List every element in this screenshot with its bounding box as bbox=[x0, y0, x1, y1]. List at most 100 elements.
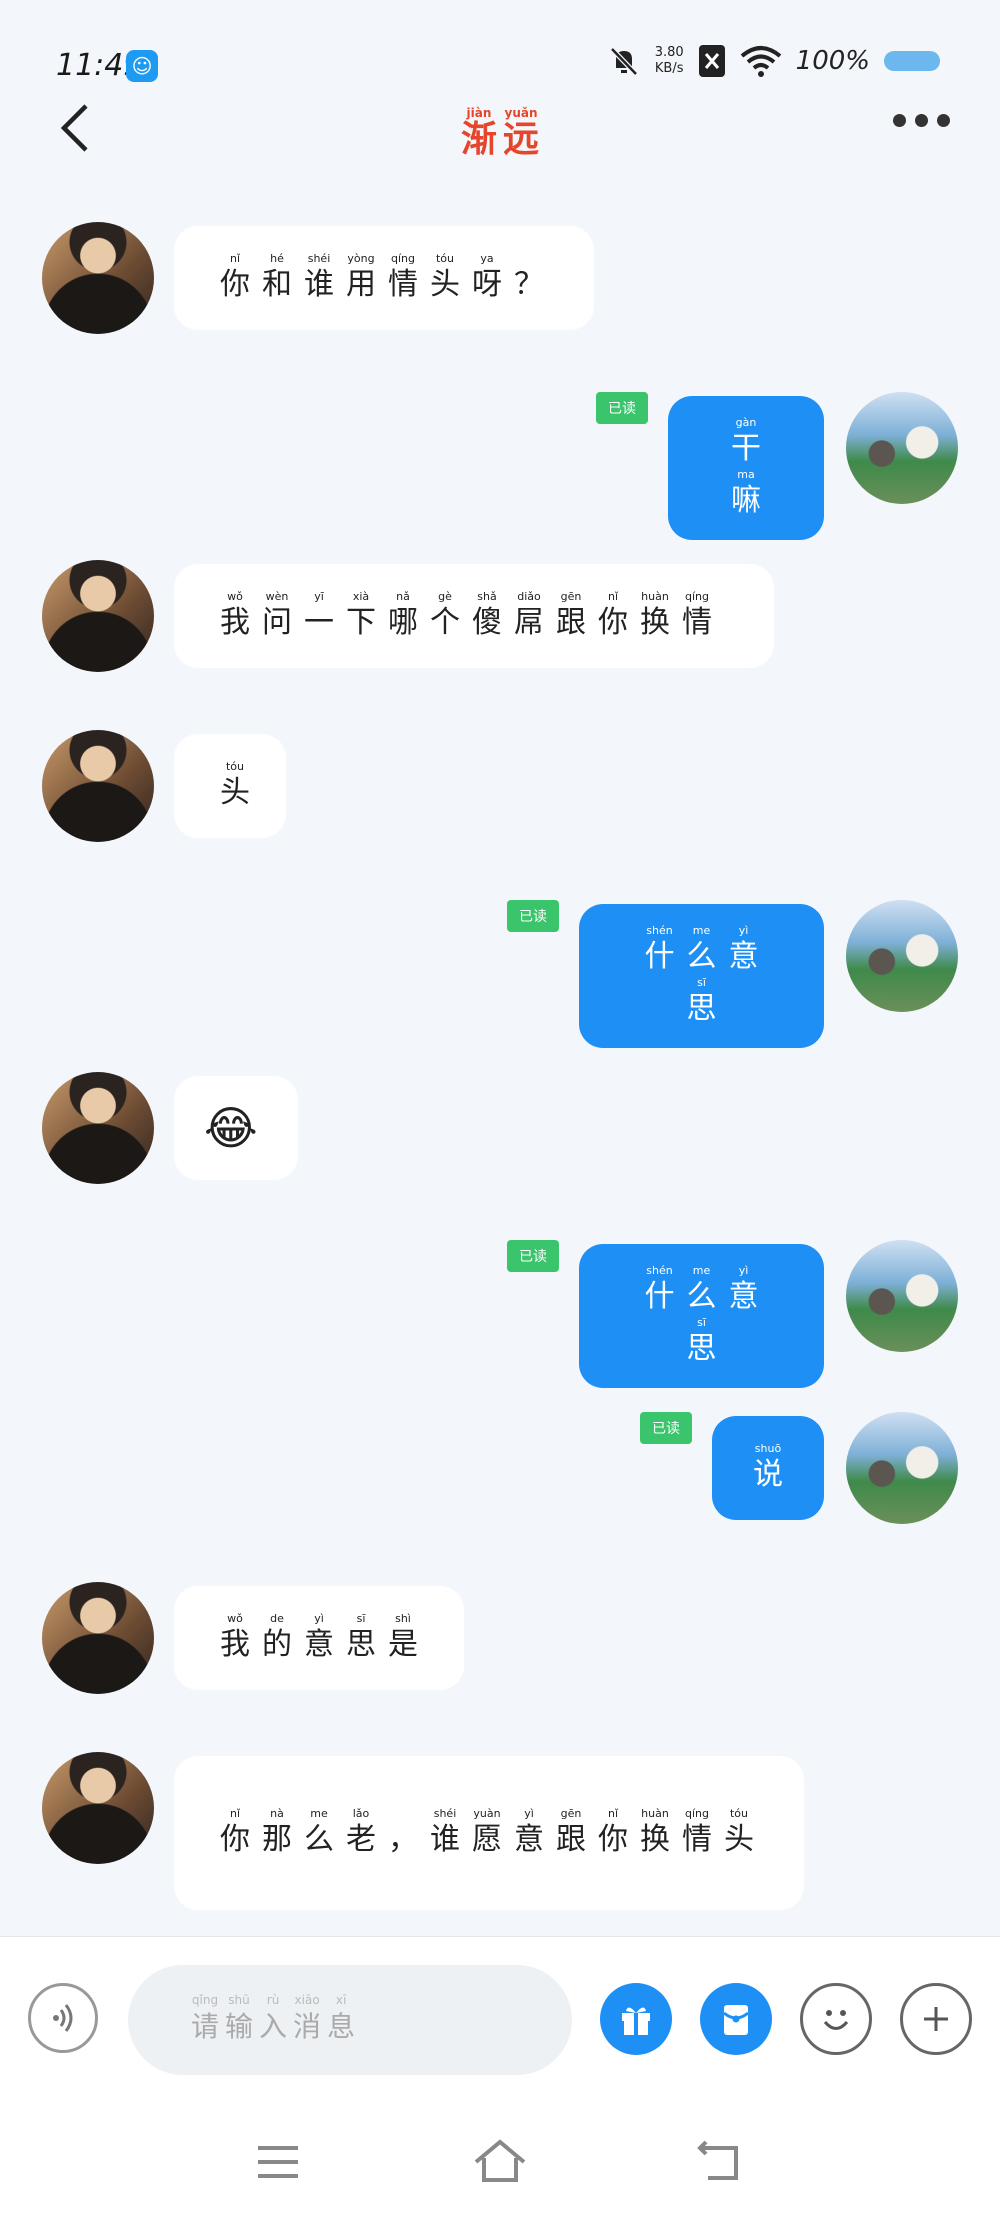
pinyin: shū bbox=[228, 1993, 250, 2007]
contact-avatar[interactable] bbox=[42, 1072, 154, 1184]
pinyin: yì bbox=[738, 1264, 749, 1277]
home-icon bbox=[474, 2139, 526, 2182]
my-avatar[interactable] bbox=[846, 1240, 958, 1352]
net-speed: 3.80 KB/s bbox=[655, 45, 684, 77]
pinyin: tóu bbox=[729, 1807, 748, 1820]
message-bubble[interactable]: nǐ 你 nà 那 me 么 lǎo 老 ， shéi 谁 yuàn 愿 yì 意 gēn 跟 nǐ 你 huàn 换… bbox=[174, 1756, 804, 1910]
contact-avatar[interactable] bbox=[42, 560, 154, 672]
read-status-badge: 已读 bbox=[596, 392, 648, 424]
smiley-icon bbox=[823, 2010, 849, 2030]
ruby-char: shéi 谁 bbox=[304, 252, 334, 304]
hanzi: 什 bbox=[644, 939, 675, 974]
ruby-char: sī 思 bbox=[687, 976, 717, 1028]
hanzi: 息 bbox=[327, 2010, 356, 2043]
ruby-char: gēn 跟 bbox=[556, 1807, 586, 1859]
ruby-char: me 么 bbox=[304, 1807, 334, 1859]
net-speed-unit: KB/s bbox=[654, 61, 684, 76]
message-input[interactable]: qǐng 请 shū 输 rù 入 xiāo 消 xī 息 bbox=[128, 1965, 572, 2075]
pinyin: yuǎn bbox=[504, 106, 538, 120]
ruby-char: de 的 bbox=[262, 1612, 292, 1664]
red-packet-button[interactable] bbox=[700, 1983, 772, 2055]
more-options-button[interactable] bbox=[893, 114, 950, 127]
hanzi: 干 bbox=[731, 431, 761, 466]
hanzi: 你 bbox=[220, 267, 250, 302]
pinyin bbox=[401, 1807, 405, 1821]
input-bar: qǐng 请 shū 输 rù 入 xiāo 消 xī 息 bbox=[0, 1936, 1000, 2107]
ruby-char: huàn 换 bbox=[640, 1807, 670, 1859]
hanzi: 的 bbox=[262, 1627, 292, 1662]
hanzi: 你 bbox=[598, 605, 628, 640]
battery-percent: 100% bbox=[795, 46, 870, 76]
hanzi: 么 bbox=[304, 1822, 334, 1857]
pinyin: ya bbox=[480, 252, 494, 265]
pinyin: me bbox=[692, 924, 711, 937]
contact-avatar[interactable] bbox=[42, 1752, 154, 1864]
hanzi: 输 bbox=[225, 2010, 254, 2043]
chat-header: jiàn 渐 yuǎn 远 bbox=[0, 96, 1000, 160]
emoji-button[interactable] bbox=[800, 1983, 872, 2055]
ruby-char: wǒ 我 bbox=[220, 1612, 250, 1664]
status-icons: 3.80 KB/s 100% bbox=[607, 44, 940, 78]
received-message: wǒ 我 wèn 问 yī 一 xià 下 nǎ 哪 gè 个 shǎ 傻 diǎo 屌 gēn 跟 nǐ 你 huàn… bbox=[0, 560, 1000, 672]
ruby-char: lǎo 老 bbox=[346, 1807, 376, 1859]
message-bubble[interactable]: wǒ 我 wèn 问 yī 一 xià 下 nǎ 哪 gè 个 shǎ 傻 diǎo 屌 gēn 跟 nǐ 你 huàn… bbox=[174, 564, 774, 668]
hanzi: 谁 bbox=[430, 1822, 460, 1857]
pinyin: xī bbox=[335, 1993, 347, 2007]
hanzi: 意 bbox=[514, 1822, 544, 1857]
gift-button[interactable] bbox=[600, 1983, 672, 2055]
nav-back-button[interactable] bbox=[692, 2134, 752, 2190]
ruby-char: gàn 干 bbox=[731, 416, 761, 468]
pinyin: gēn bbox=[560, 1807, 582, 1820]
plus-icon bbox=[924, 2007, 948, 2031]
received-message: nǐ 你 hé 和 shéi 谁 yòng 用 qíng 情 tóu 头 ya 呀 ？ bbox=[0, 222, 1000, 334]
more-dot-icon bbox=[893, 114, 906, 127]
pinyin: huàn bbox=[641, 1807, 669, 1820]
ruby-char: shì 是 bbox=[388, 1612, 418, 1664]
pinyin: sī bbox=[697, 1316, 706, 1329]
ruby-char: qíng 情 bbox=[682, 1807, 712, 1859]
more-functions-button[interactable] bbox=[900, 1983, 972, 2055]
pinyin: yuàn bbox=[473, 1807, 501, 1820]
message-bubble[interactable]: nǐ 你 hé 和 shéi 谁 yòng 用 qíng 情 tóu 头 ya 呀 ？ bbox=[174, 226, 594, 330]
nav-menu-button[interactable] bbox=[248, 2134, 308, 2190]
app-notification-icon: ☺ bbox=[126, 50, 158, 82]
read-status-badge: 已读 bbox=[507, 1240, 559, 1272]
message-bubble[interactable]: shén 什 me 么 yì 意 sī 思 bbox=[579, 904, 824, 1048]
my-avatar[interactable] bbox=[846, 1412, 958, 1524]
hanzi: 换 bbox=[640, 1822, 670, 1857]
ruby-char: nǐ 你 bbox=[220, 1807, 250, 1859]
voice-button[interactable] bbox=[28, 1983, 98, 2053]
hanzi: 么 bbox=[686, 1279, 717, 1314]
message-bubble[interactable]: shén 什 me 么 yì 意 sī 思 bbox=[579, 1244, 824, 1388]
hanzi: 思 bbox=[686, 991, 717, 1026]
message-bubble[interactable]: shuō 说 bbox=[712, 1416, 824, 1520]
hanzi: 一 bbox=[304, 605, 334, 640]
hanzi: 请 bbox=[191, 2010, 220, 2043]
my-avatar[interactable] bbox=[846, 900, 958, 1012]
pinyin: huàn bbox=[641, 590, 669, 603]
received-message: wǒ 我 de 的 yì 意 sī 思 shì 是 bbox=[0, 1582, 1000, 1694]
my-avatar[interactable] bbox=[846, 392, 958, 504]
pinyin: hé bbox=[270, 252, 284, 265]
ruby-char: shén 什 bbox=[645, 1264, 675, 1316]
pinyin: shéi bbox=[307, 252, 331, 265]
pinyin: yì bbox=[738, 924, 749, 937]
pinyin: shén bbox=[646, 924, 673, 937]
message-bubble[interactable]: 😂 bbox=[174, 1076, 298, 1180]
contact-avatar[interactable] bbox=[42, 222, 154, 334]
sent-message: shén 什 me 么 yì 意 sī 思 已读 bbox=[0, 1240, 1000, 1388]
message-bubble[interactable]: tóu 头 bbox=[174, 734, 286, 838]
hanzi: 思 bbox=[686, 1331, 717, 1366]
nav-home-button[interactable] bbox=[470, 2134, 530, 2190]
message-bubble[interactable]: gàn 干 ma 嘛 bbox=[668, 396, 824, 540]
pinyin: nǐ bbox=[607, 590, 619, 603]
ruby-char: rù 入 bbox=[259, 1993, 287, 2047]
message-bubble[interactable]: wǒ 我 de 的 yì 意 sī 思 shì 是 bbox=[174, 1586, 464, 1690]
contact-avatar[interactable] bbox=[42, 730, 154, 842]
more-dot-icon bbox=[915, 114, 928, 127]
hanzi: 我 bbox=[220, 1627, 250, 1662]
ruby-char: wèn 问 bbox=[262, 590, 292, 642]
hanzi: 意 bbox=[728, 939, 759, 974]
hanzi: 思 bbox=[346, 1627, 376, 1662]
contact-avatar[interactable] bbox=[42, 1582, 154, 1694]
